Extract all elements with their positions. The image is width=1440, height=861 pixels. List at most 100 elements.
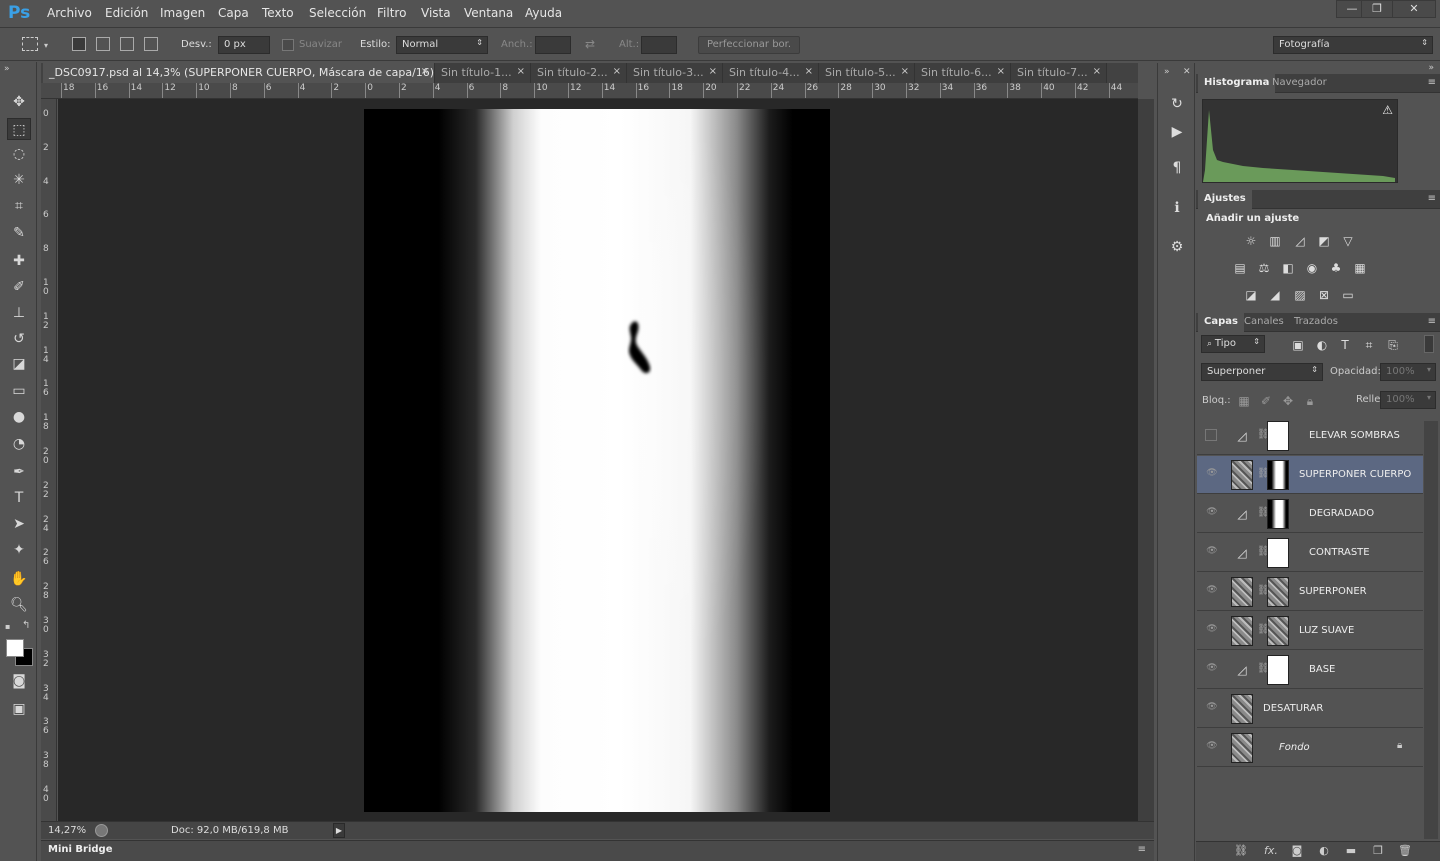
color-lookup-icon[interactable]: ▦ [1352, 261, 1368, 275]
foreground-color-swatch[interactable] [6, 639, 24, 657]
tab-histograma[interactable]: Histograma [1198, 74, 1276, 93]
layer-mask-thumbnail[interactable] [1267, 655, 1289, 685]
tab-close-icon[interactable]: × [805, 66, 813, 77]
close-window-button[interactable]: ✕ [1392, 0, 1436, 18]
menu-texto[interactable]: Texto [262, 6, 294, 20]
new-adjustment-icon[interactable]: ◐ [1317, 844, 1331, 857]
layer-filter-select[interactable]: ⌕ Tipo ⇕ [1201, 335, 1265, 353]
layer-row[interactable]: 👁︎ DESATURAR [1197, 690, 1423, 728]
magic-wand-tool-icon[interactable]: ✳ [7, 169, 31, 191]
layer-thumbnail[interactable] [1231, 733, 1253, 763]
type-tool-icon[interactable]: T [7, 487, 31, 509]
path-selection-tool-icon[interactable]: ➤ [7, 513, 31, 535]
layer-thumbnail[interactable] [1231, 577, 1253, 607]
tab-close-icon[interactable]: × [613, 66, 621, 77]
tab-sin-titulo-5[interactable]: Sin título-5... × [819, 63, 915, 83]
link-icon[interactable]: ⛓ [1257, 429, 1270, 440]
layer-row[interactable]: 👁︎ ◿ ⛓ DEGRADADO [1197, 495, 1423, 533]
panel-menu-icon[interactable]: ≡ [1138, 844, 1146, 855]
crop-tool-icon[interactable]: ⌗ [7, 195, 31, 217]
fx-icon[interactable]: fx. [1264, 844, 1278, 857]
hand-tool-icon[interactable]: ✋ [7, 568, 31, 590]
lock-pixels-icon[interactable]: ✐ [1258, 394, 1274, 408]
tab-close-icon[interactable]: × [901, 66, 909, 77]
tab-navegador[interactable]: Navegador [1266, 74, 1333, 93]
tab-sin-titulo-4[interactable]: Sin título-4... × [723, 63, 819, 83]
preset-dropdown-icon[interactable]: ▾ [44, 41, 48, 50]
layer-row[interactable]: 👁︎ ◿ ⛓ CONTRASTE [1197, 534, 1423, 572]
filter-type-icon[interactable]: T [1337, 338, 1353, 352]
feather-input[interactable]: 0 px [218, 36, 270, 54]
visibility-off-icon[interactable] [1205, 429, 1217, 441]
menu-seleccion[interactable]: Selección [309, 6, 366, 20]
swap-colors-icon[interactable]: ↰ [22, 620, 30, 631]
refine-edge-button[interactable]: Perfeccionar bor. [698, 36, 800, 54]
layer-row[interactable]: 👁︎ ⛓ SUPERPONER CUERPO [1197, 456, 1423, 494]
add-mask-icon[interactable]: ◙ [1290, 844, 1304, 857]
invert-icon[interactable]: ◪ [1243, 288, 1259, 302]
actions-panel-icon[interactable]: ▶ [1166, 121, 1188, 143]
eraser-tool-icon[interactable]: ◪ [7, 353, 31, 375]
antialias-checkbox[interactable] [282, 39, 294, 51]
exposure-icon[interactable]: ◩ [1316, 234, 1332, 248]
layer-mask-thumbnail[interactable] [1267, 421, 1289, 451]
shape-tool-icon[interactable]: ✦ [7, 539, 31, 561]
posterize-icon[interactable]: ◢ [1267, 288, 1283, 302]
menu-filtro[interactable]: Filtro [377, 6, 406, 20]
eye-icon[interactable]: 👁︎ [1205, 507, 1219, 519]
gradient-tool-icon[interactable]: ▭ [7, 380, 31, 402]
info-icon[interactable] [95, 824, 108, 837]
brightness-icon[interactable]: ☼ [1243, 234, 1259, 248]
lock-position-icon[interactable]: ✥ [1280, 394, 1296, 408]
clone-stamp-tool-icon[interactable]: ⊥ [7, 302, 31, 324]
opacity-input[interactable]: 100% ▾ [1380, 363, 1436, 381]
menu-imagen[interactable]: Imagen [160, 6, 205, 20]
tab-canales[interactable]: Canales [1238, 313, 1290, 332]
new-group-icon[interactable]: ▬ [1344, 844, 1358, 857]
link-icon[interactable]: ⛓ [1257, 663, 1270, 674]
filter-shape-icon[interactable]: ⌗ [1361, 338, 1377, 352]
curves-adjustment-icon[interactable]: ◿ [1231, 655, 1253, 685]
eyedropper-tool-icon[interactable]: ✎ [7, 222, 31, 244]
link-icon[interactable]: ⛓ [1257, 507, 1270, 518]
width-input[interactable] [535, 36, 571, 54]
layer-row[interactable]: ◿ ⛓ ELEVAR SOMBRAS [1197, 417, 1423, 455]
pen-tool-icon[interactable]: ✒ [7, 461, 31, 483]
filter-pixel-icon[interactable]: ▣ [1290, 338, 1306, 352]
link-icon[interactable]: ⛓ [1257, 585, 1270, 596]
style-select[interactable]: Normal ⇕ [396, 36, 488, 54]
tab-close-icon[interactable]: × [1093, 66, 1101, 77]
panel-menu-icon[interactable]: ≡ [1428, 193, 1436, 204]
quick-mask-icon[interactable]: ◙ [7, 670, 31, 692]
filter-adjustment-icon[interactable]: ◐ [1314, 338, 1330, 352]
tab-ajustes[interactable]: Ajustes [1198, 190, 1252, 209]
eye-icon[interactable]: 👁︎ [1205, 585, 1219, 597]
layer-mask-thumbnail[interactable] [1267, 577, 1289, 607]
vibrance-icon[interactable]: ▽ [1340, 234, 1356, 248]
tab-document[interactable]: _DSC0917.psd al 14,3% (SUPERPONER CUERPO… [43, 63, 443, 83]
layer-row[interactable]: 👁︎ ⛓ LUZ SUAVE [1197, 612, 1423, 650]
tab-sin-titulo-7[interactable]: Sin título-7... × [1011, 63, 1107, 83]
panel-menu-icon[interactable]: ≡ [1428, 77, 1436, 88]
healing-brush-tool-icon[interactable]: ✚ [7, 250, 31, 272]
gradient-map-icon[interactable]: ⊠ [1316, 288, 1332, 302]
layer-thumbnail[interactable] [1231, 460, 1253, 490]
link-icon[interactable]: ⛓ [1257, 468, 1270, 479]
selective-color-icon[interactable]: ▭ [1340, 288, 1356, 302]
color-balance-icon[interactable]: ⚖ [1256, 261, 1272, 275]
layer-mask-thumbnail[interactable] [1267, 460, 1289, 490]
layer-mask-thumbnail[interactable] [1267, 616, 1289, 646]
history-brush-tool-icon[interactable]: ↺ [7, 328, 31, 350]
eye-icon[interactable]: 👁︎ [1205, 546, 1219, 558]
new-selection-icon[interactable] [72, 37, 86, 51]
menu-vista[interactable]: Vista [421, 6, 451, 20]
collapse-icon[interactable]: » [4, 64, 10, 74]
eye-icon[interactable]: 👁︎ [1205, 702, 1219, 714]
height-input[interactable] [641, 36, 677, 54]
lasso-tool-icon[interactable]: ◌ [7, 143, 31, 165]
tool-presets-panel-icon[interactable]: ⚙ [1166, 236, 1188, 258]
link-icon[interactable]: ⛓ [1257, 624, 1270, 635]
levels-icon[interactable]: ▥ [1267, 234, 1283, 248]
curves-adjustment-icon[interactable]: ◿ [1231, 421, 1253, 451]
blur-tool-icon[interactable]: ● [7, 406, 31, 428]
